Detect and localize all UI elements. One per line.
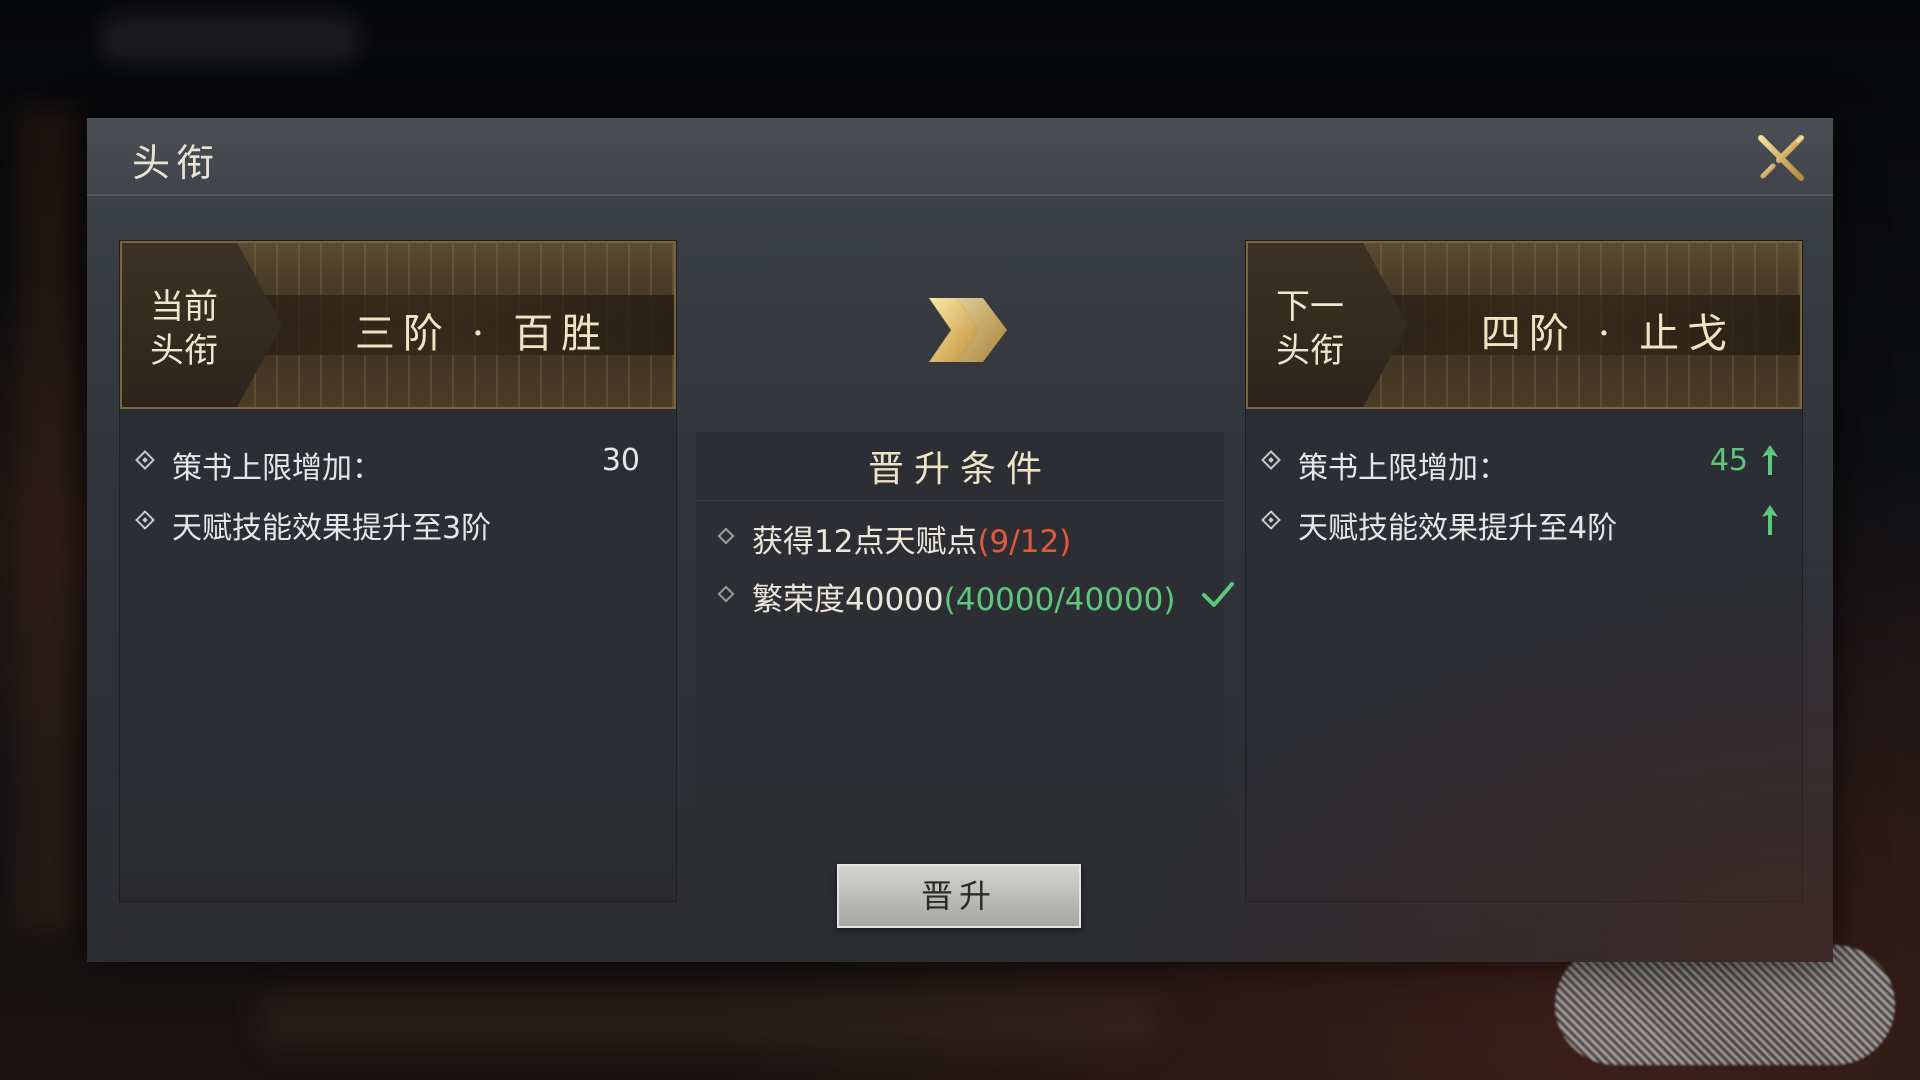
condition-label: 繁荣度40000(40000/40000) [752,574,1176,619]
stat-label: 策书上限增加： [172,451,382,486]
title-dialog: 头衔 当前头衔 三阶 · 百胜 策书上限增加： 30 天赋技能效果提升至3阶 晋… [87,118,1833,962]
diamond-bullet-icon [717,527,735,545]
next-stat-row: 策书上限增加： 45 [1246,437,1802,487]
diamond-bullet-icon [1261,510,1281,530]
stat-value: 30 [601,443,640,478]
close-icon [1758,134,1805,181]
condition-label: 获得12点天赋点(9/12) [752,516,1071,561]
next-rank-name: 四阶 · 止戈 [1480,311,1736,357]
dialog-title: 头衔 [132,141,221,185]
condition-progress: (9/12) [977,524,1072,560]
diamond-bullet-icon [1261,450,1281,470]
stat-label: 天赋技能效果提升至3阶 [172,511,492,546]
up-arrow-icon [1762,445,1778,475]
double-chevron-icon [929,298,1007,362]
next-rank-tag-text: 下一头衔 [1276,287,1344,371]
up-arrow-icon [1762,505,1778,535]
next-rank-header: 下一头衔 四阶 · 止戈 [1246,241,1802,409]
condition-text: 繁荣度40000 [752,582,944,618]
obscured-corner-region [1555,945,1895,1065]
stat-value: 45 [1709,443,1748,478]
diamond-bullet-icon [135,450,155,470]
condition-progress: (40000/40000) [943,582,1176,618]
diamond-bullet-icon [717,585,735,603]
stat-label: 天赋技能效果提升至4阶 [1298,511,1618,546]
promote-button[interactable]: 晋升 [837,864,1081,928]
blurred-left-menu [20,110,80,930]
diamond-bullet-icon [135,510,155,530]
current-rank-panel: 当前头衔 三阶 · 百胜 策书上限增加： 30 天赋技能效果提升至3阶 [119,240,677,902]
next-rank-panel: 下一头衔 四阶 · 止戈 策书上限增加： 45 天赋技能效果提升至4阶 [1245,240,1803,902]
condition-row: 繁荣度40000(40000/40000) [696,570,1234,620]
current-stat-row: 策书上限增加： 30 [120,437,676,487]
close-button[interactable] [1753,130,1809,186]
condition-row: 获得12点天赋点(9/12) [696,512,1224,562]
dialog-title-bar: 头衔 [87,118,1833,196]
current-rank-name: 三阶 · 百胜 [354,311,610,357]
stat-label: 策书上限增加： [1298,451,1508,486]
current-rank-tag-text: 当前头衔 [150,287,218,371]
blurred-bottom-bar [260,990,1160,1050]
current-rank-header: 当前头衔 三阶 · 百胜 [120,241,676,409]
condition-text: 获得12点天赋点 [752,524,978,560]
conditions-title: 晋升条件 [696,440,1224,501]
blurred-top-bar [100,14,360,64]
next-stat-row: 天赋技能效果提升至4阶 [1246,497,1802,547]
current-stat-row: 天赋技能效果提升至3阶 [120,497,676,547]
promotion-conditions-panel: 晋升条件 获得12点天赋点(9/12) 繁荣度40000(40000/40000… [696,432,1234,892]
checkmark-icon [1202,582,1234,607]
